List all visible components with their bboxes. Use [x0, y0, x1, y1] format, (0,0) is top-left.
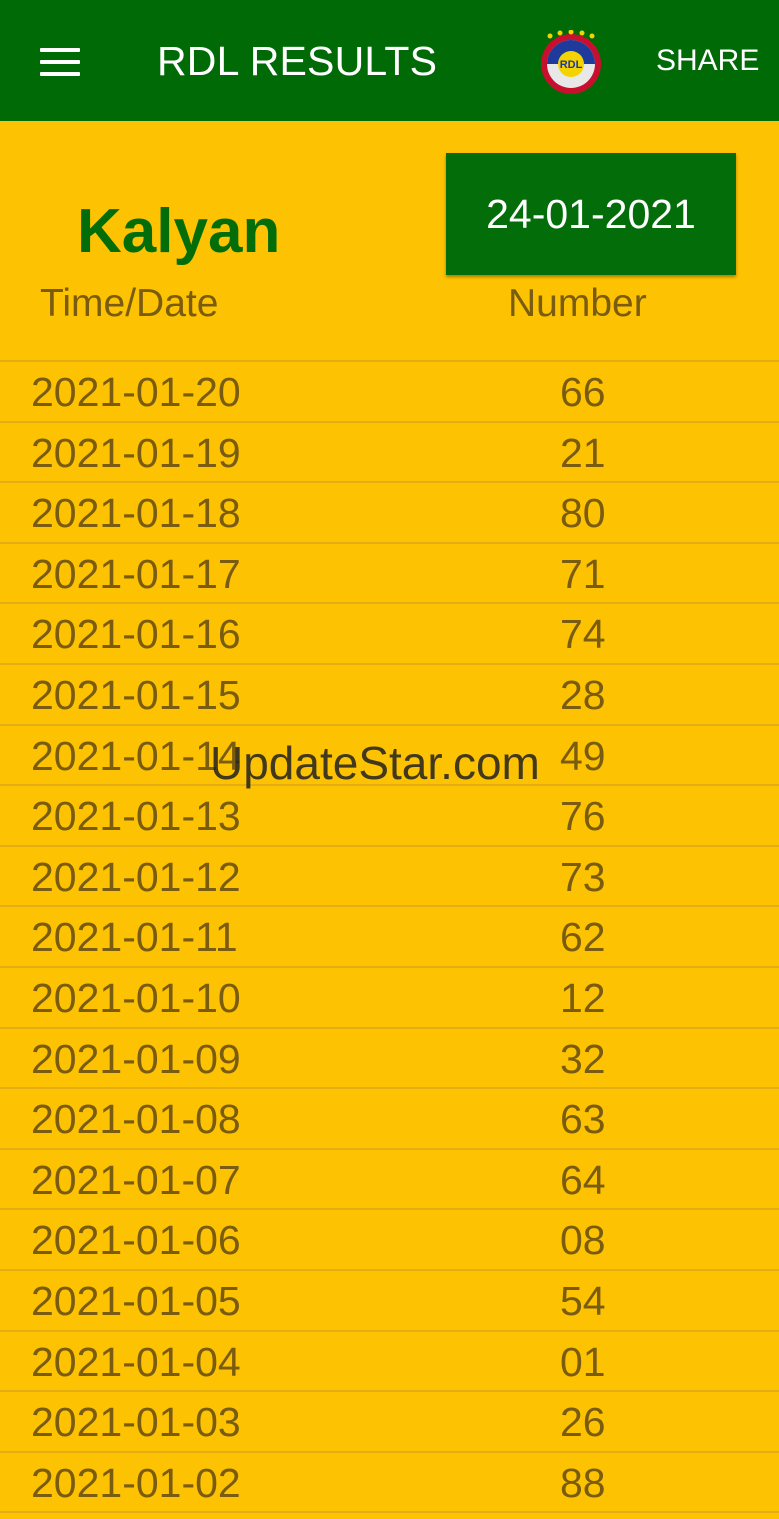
row-date: 2021-01-13: [31, 793, 241, 840]
row-number: 62: [560, 914, 606, 961]
row-number: 26: [560, 1399, 606, 1446]
row-number: 21: [560, 429, 606, 476]
row-date: 2021-01-06: [31, 1217, 241, 1264]
row-date: 2021-01-03: [31, 1399, 241, 1446]
share-button[interactable]: SHARE: [656, 44, 759, 78]
table-row: 2021-01-20 66: [0, 362, 779, 423]
table-row: 2021-01-11 62: [0, 907, 779, 968]
row-number: 88: [560, 1459, 606, 1506]
table-row: 2021-01-17 71: [0, 544, 779, 605]
row-number: 74: [560, 611, 606, 658]
table-row: 2021-01-06 08: [0, 1210, 779, 1271]
column-header-date: Time/Date: [40, 282, 219, 325]
row-date: 2021-01-08: [31, 1096, 241, 1143]
row-date: 2021-01-16: [31, 611, 241, 658]
row-number: 12: [560, 974, 606, 1021]
results-table: 2021-01-20 66 2021-01-19 21 2021-01-18 80 2…: [0, 362, 779, 1514]
table-row: 2021-01-15 28: [0, 665, 779, 726]
row-date: 2021-01-18: [31, 490, 241, 537]
table-row: 2021-01-08 63: [0, 1089, 779, 1150]
table-row: 2021-01-05 54: [0, 1271, 779, 1332]
row-date: 2021-01-17: [31, 550, 241, 597]
row-number: 73: [560, 853, 606, 900]
row-date: 2021-01-10: [31, 974, 241, 1021]
table-row: 2021-01-13 76: [0, 786, 779, 847]
row-date: 2021-01-19: [31, 429, 241, 476]
date-picker-button[interactable]: 24-01-2021: [446, 153, 736, 275]
row-date: 2021-01-20: [31, 369, 241, 415]
table-row: 2021-01-03 26: [0, 1392, 779, 1453]
table-row: 2021-01-09 32: [0, 1029, 779, 1090]
row-date: 2021-01-09: [31, 1035, 241, 1082]
row-date: 2021-01-04: [31, 1338, 241, 1385]
table-row: 2021-01-02 88: [0, 1453, 779, 1514]
row-date: 2021-01-02: [31, 1459, 241, 1506]
row-date: 2021-01-12: [31, 853, 241, 900]
row-date: 2021-01-14: [31, 732, 241, 779]
row-number: 28: [560, 671, 606, 718]
row-number: 32: [560, 1035, 606, 1082]
row-date: 2021-01-05: [31, 1277, 241, 1324]
app-bar: RDL RESULTS RDL SHARE: [0, 0, 779, 121]
app-title: RDL RESULTS: [157, 38, 438, 84]
row-number: 64: [560, 1156, 606, 1203]
svg-text:RDL: RDL: [560, 59, 583, 71]
row-number: 66: [560, 369, 606, 415]
row-number: 08: [560, 1217, 606, 1264]
row-number: 54: [560, 1277, 606, 1324]
table-row: 2021-01-10 12: [0, 968, 779, 1029]
hamburger-menu-icon[interactable]: [38, 46, 82, 78]
table-row: 2021-01-07 64: [0, 1150, 779, 1211]
row-number: 01: [560, 1338, 606, 1385]
row-number: 71: [560, 550, 606, 597]
rdl-logo: RDL: [536, 29, 606, 94]
table-row: 2021-01-19 21: [0, 423, 779, 484]
row-date: 2021-01-15: [31, 671, 241, 718]
row-number: 76: [560, 793, 606, 840]
row-number: 49: [560, 732, 606, 779]
table-row: 2021-01-18 80: [0, 483, 779, 544]
table-row: 2021-01-12 73: [0, 847, 779, 908]
column-header-number: Number: [508, 282, 647, 325]
table-row: 2021-01-04 01: [0, 1332, 779, 1393]
row-number: 63: [560, 1096, 606, 1143]
table-row: 2021-01-14 49: [0, 726, 779, 787]
row-date: 2021-01-07: [31, 1156, 241, 1203]
market-name: Kalyan: [77, 197, 281, 266]
table-row: 2021-01-16 74: [0, 604, 779, 665]
row-date: 2021-01-11: [31, 914, 238, 961]
row-number: 80: [560, 490, 606, 537]
